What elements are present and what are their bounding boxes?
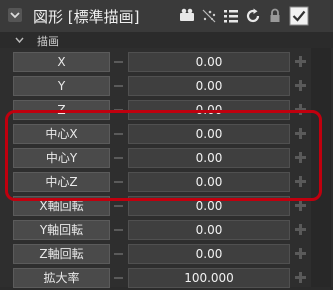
section-header[interactable]: 描画: [0, 32, 333, 48]
property-row: Y 0.00: [0, 76, 333, 98]
decrement-button[interactable]: [114, 229, 123, 231]
property-row: X 0.00: [0, 52, 333, 74]
value-slider[interactable]: 100.000: [128, 268, 290, 288]
property-label-button[interactable]: 拡大率: [13, 268, 110, 288]
property-row: Z軸回転 0.00: [0, 244, 333, 266]
property-label-button[interactable]: Y: [13, 76, 110, 96]
decrement-button[interactable]: [114, 85, 123, 87]
property-label-button[interactable]: Z軸回転: [13, 244, 110, 264]
refresh-icon[interactable]: [244, 7, 262, 25]
list-icon[interactable]: [222, 7, 240, 25]
value-slider[interactable]: 0.00: [128, 52, 290, 72]
increment-button[interactable]: [295, 272, 306, 283]
property-row: Y軸回転 0.00: [0, 220, 333, 242]
increment-button[interactable]: [295, 200, 306, 211]
increment-button[interactable]: [295, 56, 306, 67]
value-slider[interactable]: 0.00: [128, 244, 290, 264]
panel-header: 図形 [標準描画]: [0, 0, 333, 33]
panel-title: 図形 [標準描画]: [33, 8, 140, 26]
increment-button[interactable]: [295, 248, 306, 259]
collapse-chevron-icon[interactable]: [8, 8, 22, 22]
highlight-frame: [5, 110, 322, 201]
chevron-down-icon: [15, 37, 24, 44]
decrement-button[interactable]: [114, 277, 123, 279]
lock-icon[interactable]: [266, 7, 284, 25]
properties-panel: 図形 [標準描画] 描画 X 0.00 Y 0.00 Z 0.00 中心X 0.…: [0, 0, 333, 288]
decrement-button[interactable]: [114, 253, 123, 255]
decrement-button[interactable]: [114, 205, 123, 207]
property-label-button[interactable]: Y軸回転: [13, 220, 110, 240]
checkbox-icon[interactable]: [289, 6, 309, 26]
property-label-button[interactable]: X: [13, 52, 110, 72]
increment-button[interactable]: [295, 224, 306, 235]
section-label: 描画: [37, 35, 59, 48]
value-slider[interactable]: 0.00: [128, 76, 290, 96]
value-slider[interactable]: 0.00: [128, 220, 290, 240]
effect-icon[interactable]: [200, 7, 218, 25]
increment-button[interactable]: [295, 80, 306, 91]
decrement-button[interactable]: [114, 61, 123, 63]
camera-icon[interactable]: [178, 7, 196, 25]
